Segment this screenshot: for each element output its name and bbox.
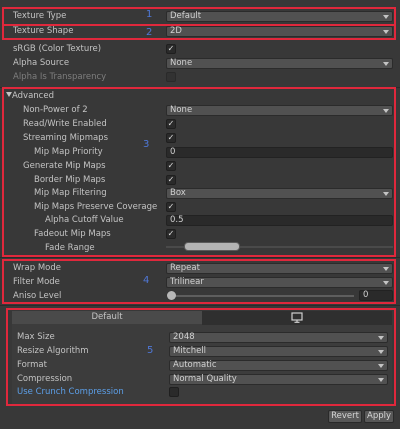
marker-2: 2 [146, 27, 153, 38]
srgb-checkbox[interactable]: ✓ [166, 44, 176, 54]
srgb-label: sRGB (Color Texture) [13, 44, 102, 54]
section-divider [0, 257, 400, 258]
highlight-box-5 [6, 308, 396, 406]
alpha-source-label: Alpha Source [13, 58, 70, 68]
highlight-box-3 [2, 87, 396, 257]
alpha-source-value: None [170, 58, 193, 68]
marker-1: 1 [146, 9, 153, 20]
highlight-box-2 [2, 24, 396, 40]
revert-button[interactable]: Revert [328, 410, 362, 423]
alpha-transparency-checkbox[interactable] [166, 72, 176, 82]
alpha-source-dropdown[interactable]: None [166, 58, 393, 69]
apply-button[interactable]: Apply [364, 410, 394, 423]
marker-3: 3 [143, 139, 150, 150]
highlight-box-4 [2, 259, 396, 304]
marker-4: 4 [143, 275, 150, 286]
chevron-down-icon [383, 62, 389, 66]
marker-5: 5 [147, 345, 154, 356]
alpha-transparency-label: Alpha Is Transparency [13, 72, 107, 82]
section-divider [0, 305, 400, 306]
